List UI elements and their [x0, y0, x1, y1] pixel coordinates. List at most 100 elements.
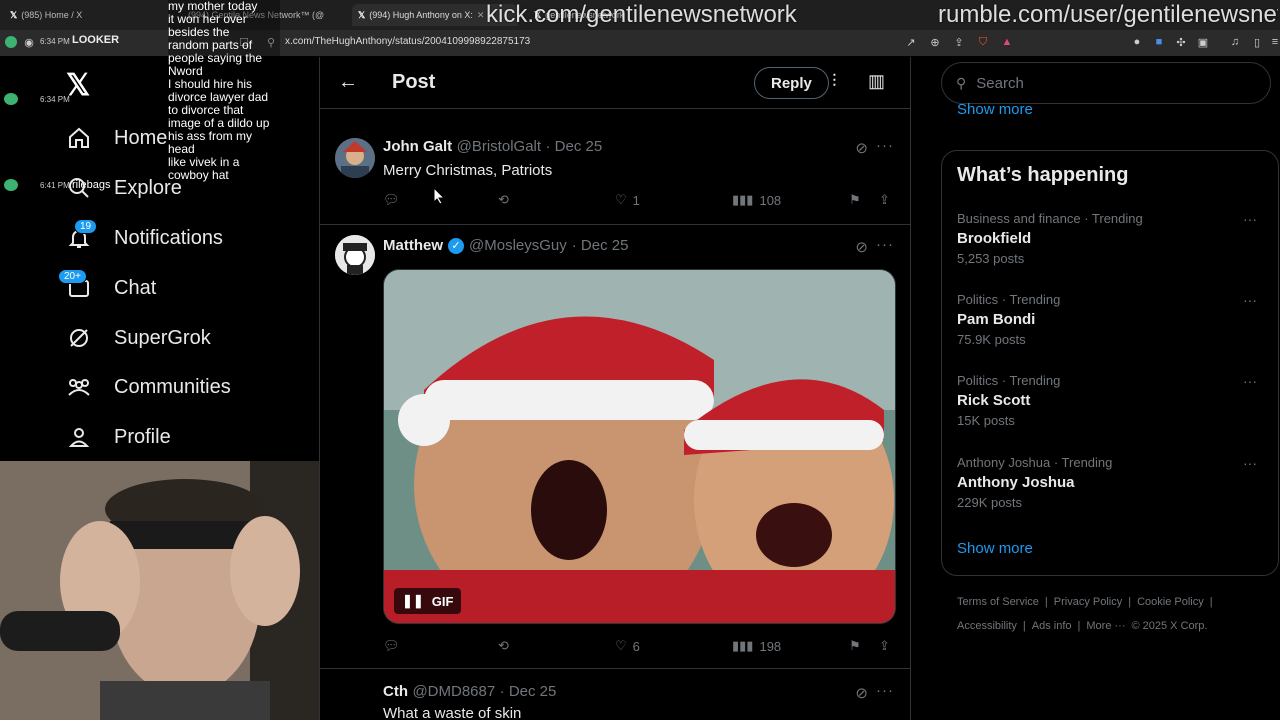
tweet-text: What a waste of skin — [383, 705, 522, 720]
extension-icon[interactable]: ● — [1130, 35, 1144, 49]
tweet-date[interactable]: · Dec 25 — [500, 683, 557, 700]
more-icon[interactable]: ··· — [1243, 292, 1257, 308]
author-handle[interactable]: @BristolGalt — [457, 138, 541, 155]
tweet[interactable]: John Galt @BristolGalt · Dec 25 ⊘ ··· Me… — [320, 126, 910, 225]
post-column: ← Post Reply ⫶ ▥ John Galt @BristolGalt … — [319, 57, 911, 720]
more-icon[interactable]: ··· — [1243, 211, 1257, 227]
footer-links-row-1: Terms of Service | Privacy Policy | Cook… — [957, 596, 1213, 608]
avatar[interactable] — [335, 138, 375, 178]
grok-icon[interactable]: ⊘ — [855, 238, 868, 256]
ads-info-link[interactable]: Ads info — [1032, 620, 1072, 632]
tweet-date[interactable]: · Dec 25 — [546, 138, 603, 155]
gif-controls[interactable]: ❚❚ GIF — [394, 588, 462, 614]
rumble-watermark: rumble.com/user/gentilenewsnet — [938, 1, 1278, 28]
zoom-icon[interactable]: ⊕ — [928, 35, 942, 49]
trend-category: Politics · Trending — [957, 292, 1061, 307]
bookmark-icon[interactable]: ⚑ — [849, 192, 861, 208]
grok-icon[interactable]: ⊘ — [855, 684, 868, 702]
author-handle[interactable]: @MosleysGuy — [469, 237, 567, 254]
tweet-gif[interactable]: ❚❚ GIF — [383, 269, 896, 624]
retweet-icon[interactable]: ⟲ — [498, 192, 509, 208]
more-icon[interactable]: ··· — [876, 236, 894, 253]
view-count: 108 — [759, 192, 782, 208]
author-name[interactable]: Matthew — [383, 237, 443, 254]
share-page-icon[interactable]: ↗ — [904, 35, 918, 49]
accessibility-link[interactable]: Accessibility — [957, 620, 1017, 632]
rewards-icon[interactable]: ▲ — [1000, 35, 1014, 49]
nav-label: Chat — [114, 276, 157, 299]
close-icon[interactable]: ✕ — [477, 10, 485, 21]
x-logo-icon[interactable]: 𝕏 — [66, 68, 90, 103]
tweet[interactable]: Matthew ✓ @MosleysGuy · Dec 25 ⊘ ··· ❚❚ … — [320, 225, 910, 669]
author-name[interactable]: Cth — [383, 683, 408, 700]
nav-chat[interactable]: 20+ Chat — [58, 269, 157, 301]
chat-badge: 20+ — [58, 269, 87, 284]
brave-shield-icon[interactable]: ⛉ — [976, 35, 990, 49]
avatar[interactable] — [335, 235, 375, 275]
author-name[interactable]: John Galt — [383, 138, 452, 155]
cookie-link[interactable]: Cookie Policy — [1137, 596, 1204, 608]
back-arrow-icon[interactable]: ← — [338, 71, 358, 94]
trend-category: Business and finance · Trending — [957, 211, 1143, 226]
more-icon[interactable]: ··· — [1243, 373, 1257, 389]
like-button[interactable]: ♡ 1 — [615, 192, 640, 208]
reply-icon[interactable]: 💬︎ — [383, 638, 400, 654]
privacy-link[interactable]: Privacy Policy — [1054, 596, 1122, 608]
search-box[interactable]: ⚲ Search — [941, 62, 1271, 104]
notification-badge: 19 — [74, 219, 98, 234]
bookmark-icon[interactable]: ⚑ — [849, 638, 861, 654]
wallet-icon[interactable]: ▣ — [1196, 35, 1210, 49]
show-more-link[interactable]: Show more — [957, 540, 1033, 557]
communities-icon — [66, 374, 92, 400]
tweet-date[interactable]: · Dec 25 — [572, 237, 629, 254]
search-input[interactable]: Search — [976, 75, 1024, 92]
pause-icon[interactable]: ❚❚ — [402, 593, 424, 609]
views-button[interactable]: ▮▮▮ 198 — [732, 638, 781, 654]
more-link[interactable]: More ··· — [1086, 620, 1125, 632]
like-button[interactable]: ♡ 6 — [615, 638, 640, 654]
side-timestamp: 6:34 PM — [40, 37, 70, 46]
filter-icon[interactable]: ⫶ — [832, 71, 837, 92]
grok-icon[interactable]: ⊘ — [855, 139, 868, 157]
music-icon[interactable]: ♫ — [1228, 35, 1242, 49]
sidebar-toggle-icon[interactable]: ▯ — [1250, 35, 1264, 49]
more-icon[interactable]: ··· — [1243, 455, 1257, 471]
heart-icon: ♡ — [615, 638, 627, 653]
nav-label: SuperGrok — [114, 326, 211, 349]
trend-item[interactable]: Politics · Trending Rick Scott 15K posts… — [957, 373, 1267, 428]
views-button[interactable]: ▮▮▮ 108 — [732, 192, 781, 208]
show-more-link[interactable]: Show more — [957, 101, 1033, 118]
nav-supergrok[interactable]: SuperGrok — [66, 325, 211, 351]
share-icon[interactable]: ⇪ — [952, 35, 966, 49]
trend-item[interactable]: Anthony Joshua · Trending Anthony Joshua… — [957, 455, 1267, 510]
footer-divider: | — [1044, 596, 1048, 608]
more-icon[interactable]: ··· — [876, 682, 894, 699]
more-icon[interactable]: ··· — [876, 137, 894, 154]
nav-home[interactable]: Home — [66, 125, 167, 151]
nav-profile[interactable]: Profile — [66, 424, 171, 450]
extension-badge-icon[interactable]: ■ — [1152, 35, 1166, 49]
share-icon[interactable]: ⇪ — [879, 192, 890, 208]
puzzle-icon[interactable]: ✣ — [1174, 35, 1188, 49]
reply-button[interactable]: Reply — [754, 67, 829, 99]
nav-communities[interactable]: Communities — [66, 374, 231, 400]
tweet-actions: 💬︎ ⟲ ♡ 1 ▮▮▮ 108 ⚑ ⇪ — [383, 192, 903, 212]
tweet-actions: 💬︎ ⟲ ♡ 6 ▮▮▮ 198 ⚑ ⇪ — [383, 638, 903, 658]
trend-item[interactable]: Politics · Trending Pam Bondi 75.9K post… — [957, 292, 1267, 347]
terms-link[interactable]: Terms of Service — [957, 596, 1039, 608]
reply-icon[interactable]: 💬︎ — [383, 192, 400, 208]
trend-title: Anthony Joshua — [957, 474, 1075, 491]
browser-tab-home[interactable]: 𝕏 (985) Home / X — [4, 4, 154, 26]
tweet[interactable]: Cth @DMD8687 · Dec 25 ⊘ ··· What a waste… — [320, 669, 910, 720]
url-text[interactable]: x.com/TheHughAnthony/status/200410999892… — [285, 36, 530, 47]
chat-icon: 20+ — [58, 269, 92, 301]
nav-explore[interactable]: Explore — [66, 175, 182, 201]
reader-mode-icon[interactable]: ▥ — [868, 71, 885, 92]
trend-item[interactable]: Business and finance · Trending Brookfie… — [957, 211, 1267, 266]
menu-icon[interactable]: ≡ — [1268, 35, 1280, 49]
nav-notifications[interactable]: 19 Notifications — [66, 219, 223, 251]
share-icon[interactable]: ⇪ — [879, 638, 890, 654]
retweet-icon[interactable]: ⟲ — [498, 638, 509, 654]
chat-line: cowboy hat — [168, 168, 229, 182]
author-handle[interactable]: @DMD8687 — [412, 683, 495, 700]
